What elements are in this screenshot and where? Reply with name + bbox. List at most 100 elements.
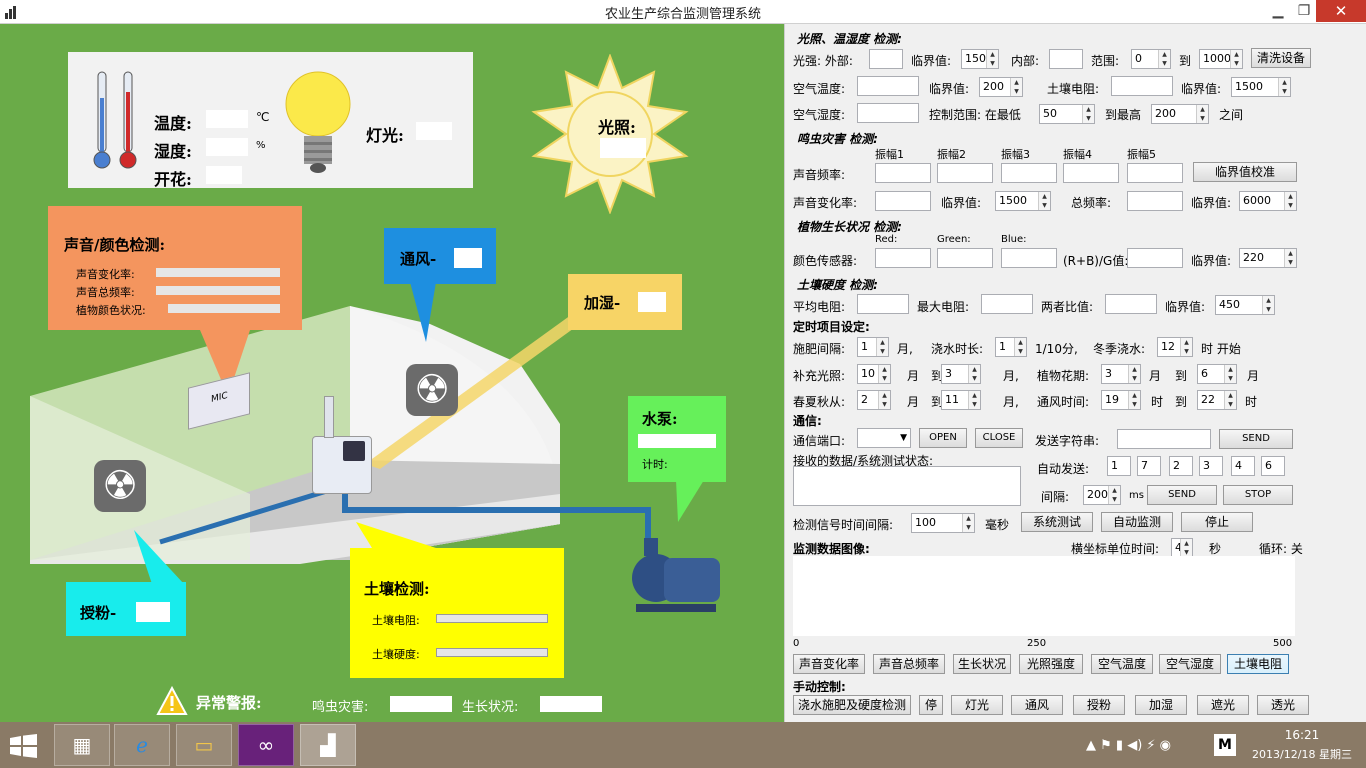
between-label: 之间: [1219, 108, 1244, 122]
total-thr-spinner[interactable]: 6000 ▲ ▼: [1239, 191, 1297, 211]
sec-comm: 通信:: [793, 414, 822, 428]
monitor-app-icon[interactable]: ▟: [300, 724, 356, 766]
spring-to-spinner[interactable]: 11 ▲ ▼: [941, 390, 981, 410]
system-tray-icons[interactable]: ▲ ⚑ ▮ ◀) ⚡ ◉: [1086, 738, 1171, 753]
water-dur-spinner[interactable]: 1 ▲ ▼: [995, 337, 1027, 357]
graph-sound-rate-button[interactable]: 声音变化率: [793, 654, 865, 674]
interval-spinner[interactable]: 200 ▲ ▼: [1083, 485, 1121, 505]
manual-shade-button[interactable]: 遮光: [1197, 695, 1249, 715]
auto-monitor-button[interactable]: 自动监测: [1101, 512, 1173, 532]
graph-sound-total-button[interactable]: 声音总频率: [873, 654, 945, 674]
graph-air-hum-button[interactable]: 空气湿度: [1159, 654, 1221, 674]
manual-vent-button[interactable]: 通风: [1011, 695, 1063, 715]
soil-hard-thr-spinner[interactable]: 450 ▲ ▼: [1215, 295, 1275, 315]
hum-low-spinner[interactable]: 50 ▲ ▼: [1039, 104, 1095, 124]
light-thr-spinner[interactable]: 150 ▲ ▼: [961, 49, 999, 69]
red-input[interactable]: [875, 248, 931, 268]
ie-browser-icon[interactable]: ℯ: [114, 724, 170, 766]
maximize-button[interactable]: ❐: [1290, 0, 1318, 22]
metro-apps-icon[interactable]: ▦: [54, 724, 110, 766]
amp-2-input[interactable]: [937, 163, 993, 183]
manual-unshade-button[interactable]: 透光: [1257, 695, 1309, 715]
light-inner-input[interactable]: [1049, 49, 1083, 69]
auto-send-6[interactable]: 6: [1261, 456, 1285, 476]
sound-rate-input[interactable]: [875, 191, 931, 211]
bloom-to-spinner[interactable]: 6 ▲ ▼: [1197, 364, 1237, 384]
det-int-spinner[interactable]: 100 ▲ ▼: [911, 513, 975, 533]
auto-send-5[interactable]: 4: [1231, 456, 1255, 476]
graph-light-button[interactable]: 光照强度: [1019, 654, 1083, 674]
sound-rate-thr-spinner[interactable]: 1500 ▲ ▼: [995, 191, 1051, 211]
range-max-spinner[interactable]: 1000 ▲ ▼: [1199, 49, 1243, 69]
amp-5-input[interactable]: [1127, 163, 1183, 183]
spring-from-spinner[interactable]: 2 ▲ ▼: [857, 390, 891, 410]
winter-water-spinner[interactable]: 12 ▲ ▼: [1157, 337, 1193, 357]
close-port-button[interactable]: CLOSE: [975, 428, 1023, 448]
auto-send-1[interactable]: 1: [1107, 456, 1131, 476]
range-min-spinner[interactable]: 0 ▲ ▼: [1131, 49, 1171, 69]
light-ext-input[interactable]: [869, 49, 903, 69]
amp-3-label: 振幅3: [1001, 148, 1030, 161]
amp-3-input[interactable]: [1001, 163, 1057, 183]
bloom-from-spinner[interactable]: 3 ▲ ▼: [1101, 364, 1141, 384]
sup-light-to-spinner[interactable]: 3 ▲ ▼: [941, 364, 981, 384]
monitor-illustration: 温度: ℃ 湿度: % 开花: 灯光: 光照: 声音/颜色检测: 声音变化率: …: [0, 24, 784, 722]
vent-to-spinner[interactable]: 22 ▲ ▼: [1197, 390, 1237, 410]
threshold-calibrate-button[interactable]: 临界值校准: [1193, 162, 1297, 182]
sys-test-button[interactable]: 系统测试: [1021, 512, 1093, 532]
send-button[interactable]: SEND: [1219, 429, 1293, 449]
soil-hard-thr-label: 临界值:: [1165, 300, 1206, 314]
minimize-button[interactable]: ▁: [1264, 0, 1292, 22]
amp-1-input[interactable]: [875, 163, 931, 183]
auto-send-2[interactable]: 7: [1137, 456, 1161, 476]
fert-int-spinner[interactable]: 1 ▲ ▼: [857, 337, 889, 357]
monitor-graph: [793, 556, 1295, 636]
soil-callout-tail: [356, 522, 436, 548]
manual-light-button[interactable]: 灯光: [951, 695, 1003, 715]
soil-res-input[interactable]: [1111, 76, 1173, 96]
graph-soil-res-button[interactable]: 土壤电阻: [1227, 654, 1289, 674]
amp-4-input[interactable]: [1063, 163, 1119, 183]
x-unit-spinner[interactable]: 4 ▲ ▼: [1171, 538, 1193, 558]
auto-send-3[interactable]: 2: [1169, 456, 1193, 476]
soil-res-thr-spinner[interactable]: 1500 ▲ ▼: [1231, 77, 1291, 97]
input-method-icon[interactable]: M: [1214, 734, 1236, 756]
stop-monitor-button[interactable]: 停止: [1181, 512, 1253, 532]
windows-start-icon[interactable]: [10, 734, 38, 758]
total-freq-input[interactable]: [1127, 191, 1183, 211]
vent-from-spinner[interactable]: 19 ▲ ▼: [1101, 390, 1141, 410]
color-thr-spinner[interactable]: 220 ▲ ▼: [1239, 248, 1297, 268]
hum-unit: %: [256, 140, 266, 151]
pump-panel: 水泵: 计时:: [628, 396, 726, 482]
ratio-input[interactable]: [1105, 294, 1157, 314]
air-hum-input[interactable]: [857, 103, 919, 123]
sup-light-from-spinner[interactable]: 10 ▲ ▼: [857, 364, 891, 384]
stop-button[interactable]: STOP: [1223, 485, 1293, 505]
water-fert-button[interactable]: 浇水施肥及硬度检测: [793, 695, 911, 715]
recv-textarea[interactable]: [793, 466, 1021, 506]
manual-stop-button[interactable]: 停: [919, 695, 943, 715]
graph-growth-button[interactable]: 生长状况: [953, 654, 1011, 674]
auto-send-4[interactable]: 3: [1199, 456, 1223, 476]
manual-humid-button[interactable]: 加湿: [1135, 695, 1187, 715]
visual-studio-icon[interactable]: ∞: [238, 724, 294, 766]
comm-port-select[interactable]: ▼: [857, 428, 911, 448]
air-temp-thr-spinner[interactable]: 200 ▲ ▼: [979, 77, 1023, 97]
clean-device-button[interactable]: 清洗设备: [1251, 48, 1311, 68]
rbg-ratio-input[interactable]: [1127, 248, 1183, 268]
open-button[interactable]: OPEN: [919, 428, 967, 448]
soil-res-thr-label: 临界值:: [1181, 82, 1222, 96]
graph-air-temp-button[interactable]: 空气温度: [1091, 654, 1153, 674]
manual-pollen-button[interactable]: 授粉: [1073, 695, 1125, 715]
send-str-input[interactable]: [1117, 429, 1211, 449]
avg-res-input[interactable]: [857, 294, 909, 314]
hum-high-spinner[interactable]: 200 ▲ ▼: [1151, 104, 1209, 124]
file-explorer-icon[interactable]: ▭: [176, 724, 232, 766]
lightbulb-icon: [285, 71, 351, 173]
green-input[interactable]: [937, 248, 993, 268]
air-temp-input[interactable]: [857, 76, 919, 96]
blue-input[interactable]: [1001, 248, 1057, 268]
close-button[interactable]: ✕: [1316, 0, 1366, 22]
send2-button[interactable]: SEND: [1147, 485, 1217, 505]
max-res-input[interactable]: [981, 294, 1033, 314]
